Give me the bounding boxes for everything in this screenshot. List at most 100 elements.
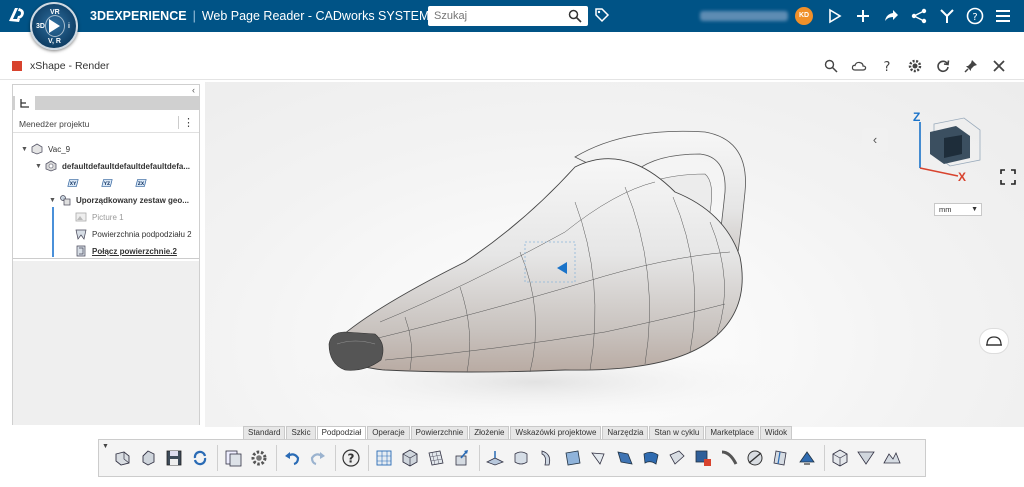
add-icon[interactable]	[853, 6, 873, 26]
plane-grid-icon[interactable]	[425, 447, 447, 469]
tab-widok[interactable]: Widok	[759, 426, 793, 439]
tab-marketplace[interactable]: Marketplace	[705, 426, 759, 439]
panel-collapse-icon[interactable]: ‹	[192, 85, 195, 95]
redo-icon[interactable]	[307, 447, 329, 469]
play-icon[interactable]	[49, 19, 60, 33]
search-input[interactable]	[428, 6, 558, 26]
cube-icon[interactable]	[399, 447, 421, 469]
join-surfaces-icon	[75, 245, 87, 257]
properties-icon[interactable]	[222, 447, 244, 469]
zx-plane-icon[interactable]: ZX	[135, 177, 147, 189]
tab-szkic[interactable]: Szkic	[286, 426, 316, 439]
tool-surface-8-icon[interactable]	[666, 447, 688, 469]
help-icon[interactable]: ?	[878, 57, 896, 75]
tool-surface-10-icon[interactable]	[796, 447, 818, 469]
tab-operacje[interactable]: Operacje	[367, 426, 410, 439]
tree-node-join[interactable]: Połącz powierzchnie.2	[75, 244, 177, 258]
3d-viewport[interactable]	[205, 82, 1024, 427]
tab-zlozenie[interactable]: Złożenie	[469, 426, 510, 439]
units-select[interactable]: mm ▼	[934, 203, 982, 216]
tab-standard[interactable]: Standard	[243, 426, 286, 439]
settings-gear-icon[interactable]	[906, 57, 924, 75]
search-box[interactable]	[428, 6, 588, 26]
tree-connector	[52, 207, 54, 257]
tab-wskazowki-projektowe[interactable]: Wskazówki projektowe	[510, 426, 602, 439]
tab-powierzchnie[interactable]: Powierzchnie	[410, 426, 469, 439]
tool-surface-5-icon[interactable]	[588, 447, 610, 469]
yz-plane-icon[interactable]: YZ	[101, 177, 113, 189]
tree-node-geoset[interactable]: ▼ Uporządkowany zestaw geo...	[49, 193, 189, 207]
cloud-icon[interactable]	[850, 57, 868, 75]
tool-terrain-icon[interactable]	[881, 447, 903, 469]
tree-node-picture[interactable]: Picture 1	[75, 210, 124, 224]
view-cube[interactable]: Z X	[908, 110, 988, 184]
tab-podpodzial[interactable]: Podpodział	[316, 426, 367, 439]
app-header-toolbar: ?	[822, 57, 1008, 75]
tree-label: defaultdefaultdefaultdefaultdefa...	[62, 161, 191, 171]
compass-right: i	[68, 23, 70, 30]
new-part-icon[interactable]	[111, 447, 133, 469]
project-manager-header: Menedżer projektu ⋮	[13, 113, 199, 133]
tool-surface-7-icon[interactable]	[640, 447, 662, 469]
refresh-icon[interactable]	[934, 57, 952, 75]
save-icon[interactable]	[163, 447, 185, 469]
search-icon[interactable]	[822, 57, 840, 75]
grid-icon[interactable]	[373, 447, 395, 469]
units-value: mm	[939, 205, 952, 214]
tool-surface-1-icon[interactable]	[484, 447, 506, 469]
tree-node-vac[interactable]: ▼ Vac_9	[21, 142, 70, 156]
user-name[interactable]	[700, 11, 788, 21]
search-icon[interactable]	[568, 9, 582, 28]
ds-logo-icon[interactable]	[6, 4, 28, 28]
chevron-down-icon[interactable]: ▼	[102, 443, 109, 450]
tools-icon[interactable]	[937, 6, 957, 26]
compass-widget[interactable]: VR 3D i V, R	[30, 2, 78, 50]
tree-node-subdivision[interactable]: Powierzchnia podpodziału 2	[75, 227, 192, 241]
menu-icon[interactable]	[993, 6, 1013, 26]
tool-knife-icon[interactable]	[744, 447, 766, 469]
chevron-down-icon[interactable]: ▼	[971, 204, 978, 216]
compass-left: 3D	[36, 23, 45, 30]
avatar[interactable]: KD	[795, 7, 813, 25]
tag-icon[interactable]	[594, 7, 610, 28]
more-options-icon[interactable]: ⋮	[178, 116, 194, 129]
app-name: Web Page Reader - CADworks SYSTEMS	[201, 9, 438, 23]
picture-icon	[75, 211, 87, 223]
tool-surface-2-icon[interactable]	[510, 447, 532, 469]
settings-gear-icon[interactable]	[248, 447, 270, 469]
tool-surface-4-icon[interactable]	[562, 447, 584, 469]
collapse-panel-button[interactable]: ‹	[862, 128, 888, 152]
tab-narzedzia[interactable]: Narzędzia	[602, 426, 649, 439]
svg-text:?: ?	[972, 12, 977, 23]
feedback-icon[interactable]	[825, 6, 845, 26]
tool-surface-9-icon[interactable]	[770, 447, 792, 469]
tree-node-default[interactable]: ▼ defaultdefaultdefaultdefaultdefa...	[35, 159, 190, 173]
tool-delete-icon[interactable]	[692, 447, 714, 469]
xy-plane-icon[interactable]: XY	[67, 177, 79, 189]
share-icon[interactable]	[881, 6, 901, 26]
vacuum-model[interactable]	[205, 82, 1024, 427]
tool-mirror-icon[interactable]	[855, 447, 877, 469]
extrude-icon[interactable]	[451, 447, 473, 469]
help-icon[interactable]: ?	[340, 447, 362, 469]
tool-surface-6-icon[interactable]	[614, 447, 636, 469]
helmet-icon[interactable]	[979, 328, 1009, 354]
app-title[interactable]: 3DEXPERIENCE | Web Page Reader - CADworks …	[90, 9, 450, 23]
tool-bridge-icon[interactable]	[718, 447, 740, 469]
tree-tab-icon[interactable]	[15, 96, 35, 110]
tab-stan-w-cyklu[interactable]: Stan w cyklu	[649, 426, 705, 439]
tool-box-icon[interactable]	[829, 447, 851, 469]
feature-tree: ▼ Vac_9 ▼ defaultdefaultdefaultdefaultde…	[13, 137, 199, 259]
open-part-icon[interactable]	[137, 447, 159, 469]
x-axis	[919, 167, 959, 177]
help-icon[interactable]: ?	[965, 6, 985, 26]
pin-icon[interactable]	[962, 57, 980, 75]
network-icon[interactable]	[909, 6, 929, 26]
sync-icon[interactable]	[189, 447, 211, 469]
undo-icon[interactable]	[281, 447, 303, 469]
tree-label: Uporządkowany zestaw geo...	[76, 195, 189, 205]
expand-icon[interactable]	[999, 168, 1017, 186]
close-icon[interactable]	[990, 57, 1008, 75]
tool-surface-3-icon[interactable]	[536, 447, 558, 469]
svg-text:?: ?	[348, 452, 355, 466]
